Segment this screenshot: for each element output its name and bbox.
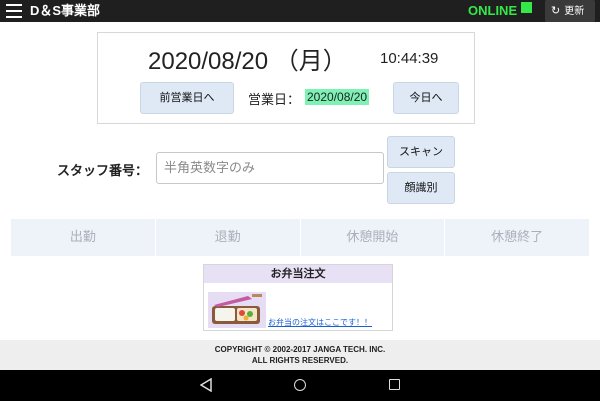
staff-number-label: スタッフ番号： (57, 164, 149, 179)
scan-button[interactable]: スキャン (387, 136, 455, 168)
bento-order-link[interactable]: お弁当の注文はここです！！ (268, 317, 372, 328)
system-navigation-bar (0, 370, 600, 401)
bento-order-title: お弁当注文 (204, 265, 392, 283)
break-end-button[interactable]: 休憩終了 (445, 219, 589, 256)
clock-in-button[interactable]: 出勤 (11, 219, 156, 256)
date-panel: 2020/08/20 （月） 10:44:39 前営業日へ 営業日： 2020/… (97, 32, 475, 124)
refresh-label: 更新 (564, 6, 585, 17)
rights-line: ALL RIGHTS RESERVED. (251, 356, 349, 365)
current-time: 10:44:39 (380, 50, 439, 67)
bento-order-banner[interactable]: お弁当注文 お弁当の注文はここです！！ (203, 264, 393, 331)
staff-number-input[interactable] (156, 152, 384, 184)
copyright-line: COPYRIGHT © 2002-2017 JANGA TECH. INC. (214, 345, 386, 354)
bento-box-icon (208, 292, 266, 328)
app-title: D＆S事業部 (30, 3, 101, 18)
online-status: ONLINE (468, 3, 518, 18)
home-circle-icon[interactable] (294, 379, 306, 391)
online-indicator-icon (521, 2, 532, 13)
business-day-label: 営業日： (248, 93, 301, 108)
back-triangle-icon[interactable] (200, 378, 212, 392)
top-app-bar: D＆S事業部 ONLINE ↻ 更新 (0, 0, 600, 22)
recent-square-icon[interactable] (389, 379, 400, 390)
attendance-button-row: 出勤 退勤 休憩開始 休憩終了 (11, 219, 589, 256)
prev-business-day-button[interactable]: 前営業日へ (140, 82, 234, 114)
hamburger-menu-icon[interactable] (6, 4, 22, 18)
refresh-button[interactable]: ↻ 更新 (545, 0, 595, 22)
current-date: 2020/08/20 （月） (148, 48, 347, 75)
today-button[interactable]: 今日へ (393, 82, 459, 114)
clock-out-button[interactable]: 退勤 (156, 219, 301, 256)
business-day-value: 2020/08/20 (305, 89, 370, 105)
face-recognition-button[interactable]: 顔識別 (387, 172, 455, 204)
break-start-button[interactable]: 休憩開始 (301, 219, 446, 256)
refresh-icon: ↻ (551, 4, 561, 17)
copyright-footer: COPYRIGHT © 2002-2017 JANGA TECH. INC. A… (0, 340, 600, 370)
